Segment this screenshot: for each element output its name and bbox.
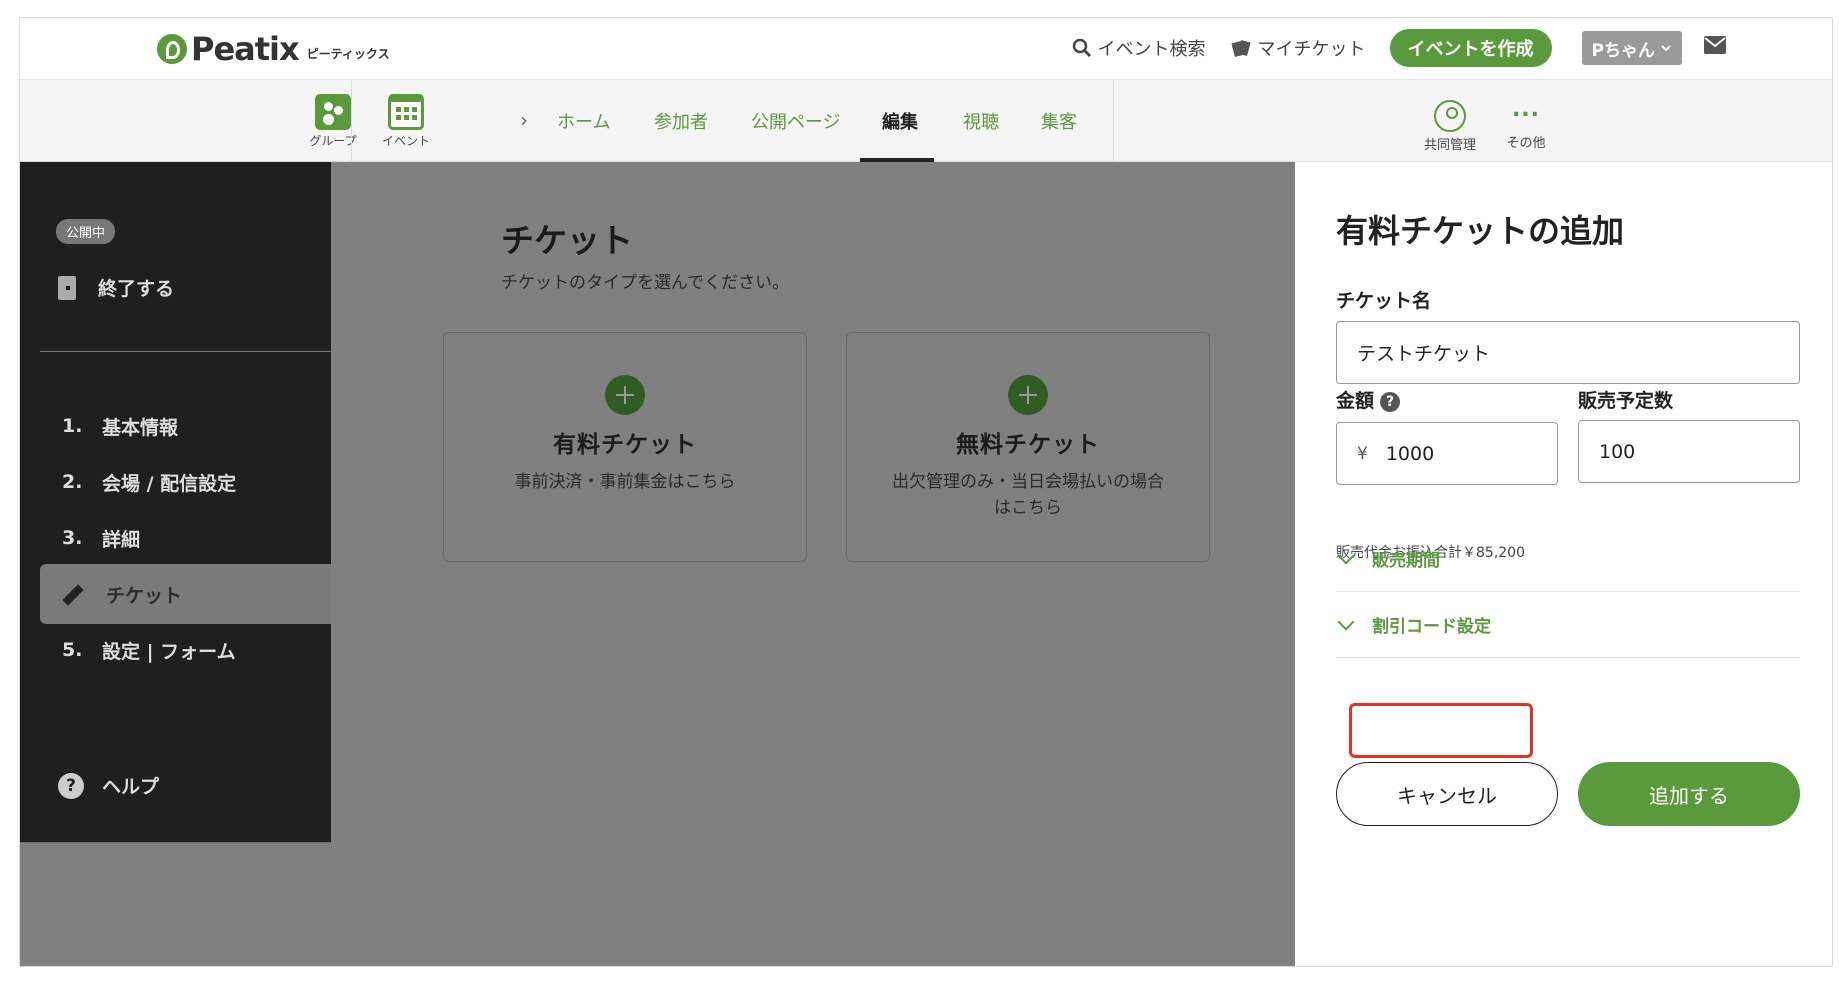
ticket-type-section: チケット チケットのタイプを選んでください。 有料チケット 事前決済・事前集金は…	[331, 162, 1295, 966]
step-label: 基本情報	[102, 416, 179, 439]
price-help-icon[interactable]: ?	[1380, 391, 1401, 412]
tab-attendees[interactable]: 参加者	[654, 108, 708, 134]
sidebar-divider	[40, 351, 331, 352]
sales-period-toggle[interactable]: 販売期間	[1336, 526, 1800, 592]
ticket-name-value: テストチケット	[1357, 343, 1491, 365]
my-ticket-link[interactable]: マイチケット	[1230, 35, 1366, 61]
plus-icon	[1008, 375, 1048, 415]
tab-promotion[interactable]: 集客	[1041, 108, 1077, 134]
step-number: 2.	[62, 471, 83, 493]
more-dots-icon: ...	[1511, 97, 1541, 122]
price-value: 1000	[1385, 442, 1435, 465]
mail-icon[interactable]	[1704, 36, 1726, 54]
card-title: 無料チケット	[956, 432, 1100, 458]
currency-symbol: ¥	[1357, 443, 1368, 464]
discount-code-highlight-box	[1349, 703, 1533, 758]
step-label: 詳細	[102, 528, 141, 551]
co-manage-label: 共同管理	[1423, 138, 1476, 153]
chevron-down-icon	[1337, 613, 1355, 630]
free-ticket-card[interactable]: 無料チケット 出欠管理のみ・当日会場払いの場合はこちら	[846, 332, 1210, 562]
top-header: Peatix ピーティックス イベント検索 マイチケット イベントを作成 Pちゃ…	[20, 18, 1832, 80]
create-event-button[interactable]: イベントを作成	[1389, 29, 1552, 67]
page-subtitle: チケットのタイプを選んでください。	[501, 273, 790, 293]
step-number: 3.	[62, 527, 83, 549]
sidebar-item-venue[interactable]: 2. 会場 / 配信設定	[20, 452, 331, 512]
app-window: Peatix ピーティックス イベント検索 マイチケット イベントを作成 Pちゃ…	[19, 17, 1833, 967]
user-name: Pちゃん	[1591, 40, 1655, 61]
card-description: 出欠管理のみ・当日会場払いの場合はこちら	[892, 472, 1164, 518]
edit-sidebar: 公開中 終了する 1. 基本情報 2. 会場 / 配信設定 3. 詳細 チケット…	[20, 162, 331, 842]
end-event-button[interactable]: 終了する	[58, 274, 174, 301]
step-number: 1.	[62, 415, 83, 437]
peatix-logo-icon	[157, 34, 187, 64]
event-nav[interactable]: イベント	[371, 94, 441, 149]
chevron-down-icon	[1337, 547, 1355, 564]
subnav-divider	[351, 80, 352, 162]
sidebar-item-details[interactable]: 3. 詳細	[20, 508, 331, 568]
card-description: 事前決済・事前集金はこちら	[514, 472, 736, 492]
plus-icon	[605, 375, 645, 415]
step-number: 5.	[62, 639, 83, 661]
co-manage-nav[interactable]: 共同管理	[1418, 100, 1482, 153]
chevron-right-icon: ›	[520, 108, 528, 132]
step-label: 設定 | フォーム	[102, 640, 236, 663]
sidebar-item-ticket[interactable]: チケット	[40, 564, 331, 624]
logo-text: Peatix	[191, 30, 300, 68]
event-search-label: イベント検索	[1097, 39, 1206, 60]
ticket-name-label: チケット名	[1336, 290, 1432, 312]
user-menu-button[interactable]: Pちゃん	[1581, 31, 1682, 65]
discount-code-label: 割引コード設定	[1372, 617, 1491, 637]
quantity-value: 100	[1599, 440, 1636, 463]
event-search-link[interactable]: イベント検索	[1072, 35, 1206, 61]
overlay-area	[20, 842, 331, 966]
ticket-icon	[1231, 40, 1250, 57]
header-nav: イベント検索 マイチケット イベントを作成 Pちゃん	[1048, 28, 1682, 68]
subnav-divider	[1113, 80, 1114, 162]
door-icon	[58, 275, 76, 300]
help-label: ヘルプ	[102, 776, 160, 798]
sidebar-item-basic-info[interactable]: 1. 基本情報	[20, 396, 331, 456]
paid-ticket-card[interactable]: 有料チケット 事前決済・事前集金はこちら	[443, 332, 807, 562]
search-icon	[1072, 38, 1091, 58]
cancel-button[interactable]: キャンセル	[1336, 762, 1558, 826]
quantity-input[interactable]: 100	[1578, 420, 1800, 483]
panel-title: 有料チケットの追加	[1336, 212, 1625, 250]
tab-edit[interactable]: 編集	[882, 108, 918, 134]
chevron-down-icon	[1661, 45, 1671, 52]
discount-code-toggle[interactable]: 割引コード設定	[1336, 592, 1800, 658]
ticket-name-input[interactable]: テストチケット	[1336, 321, 1800, 384]
quantity-label: 販売予定数	[1578, 390, 1674, 412]
help-icon: ?	[58, 772, 84, 799]
help-link[interactable]: ? ヘルプ	[58, 772, 159, 799]
co-manage-icon	[1434, 100, 1466, 132]
page-title: チケット	[501, 221, 633, 260]
status-badge: 公開中	[56, 219, 116, 244]
step-label: チケット	[106, 584, 183, 607]
my-ticket-label: マイチケット	[1257, 39, 1366, 60]
group-nav[interactable]: グループ	[298, 94, 368, 149]
more-label: その他	[1506, 136, 1546, 151]
sidebar-item-settings-form[interactable]: 5. 設定 | フォーム	[20, 620, 331, 680]
price-label-row: 金額?	[1336, 386, 1401, 413]
card-title: 有料チケット	[553, 432, 697, 458]
step-label: 会場 / 配信設定	[102, 472, 237, 495]
price-input[interactable]: ¥ 1000	[1336, 422, 1558, 485]
add-paid-ticket-panel: 有料チケットの追加 チケット名 テストチケット 金額? ¥ 1000 販売予定数…	[1295, 162, 1832, 966]
calendar-icon	[388, 94, 424, 130]
event-nav-label: イベント	[381, 134, 430, 148]
add-ticket-button[interactable]: 追加する	[1578, 762, 1800, 826]
price-label: 金額	[1336, 390, 1375, 412]
tab-public-page[interactable]: 公開ページ	[751, 108, 841, 134]
event-subnav: グループ イベント › ホーム 参加者 公開ページ 編集 視聴 集客 共同管理 …	[20, 80, 1832, 162]
logo-subtitle: ピーティックス	[306, 46, 390, 61]
tab-viewing[interactable]: 視聴	[963, 108, 999, 134]
peatix-logo[interactable]: Peatix ピーティックス	[157, 30, 390, 68]
sales-period-label: 販売期間	[1372, 551, 1440, 571]
tab-home[interactable]: ホーム	[557, 108, 610, 134]
more-nav[interactable]: ... その他	[1494, 97, 1558, 152]
pencil-icon	[58, 581, 84, 607]
group-icon	[315, 94, 351, 130]
group-nav-label: グループ	[309, 134, 357, 148]
end-event-label: 終了する	[98, 278, 175, 300]
